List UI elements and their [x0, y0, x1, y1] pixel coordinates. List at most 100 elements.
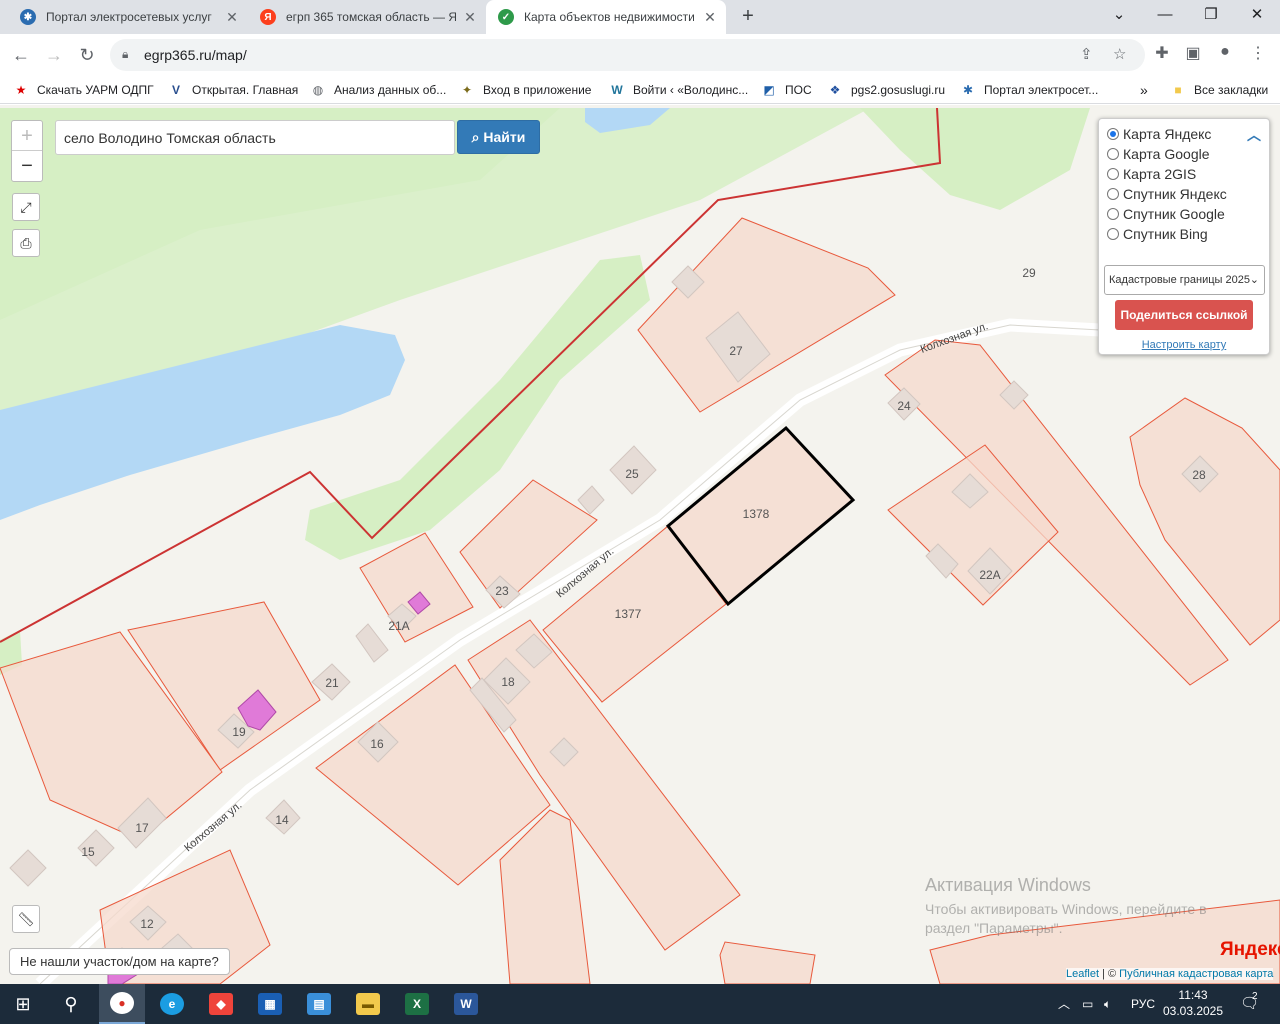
- print-icon[interactable]: ⎙: [12, 229, 40, 257]
- not-found-button[interactable]: Не нашли участок/дом на карте?: [9, 948, 230, 975]
- bookmark-label: Войти ‹ «Володинс...: [633, 83, 749, 97]
- layer-option[interactable]: Спутник Bing: [1107, 226, 1208, 242]
- all-bookmarks-folder[interactable]: ■ Все закладки: [1170, 82, 1268, 98]
- parcel-27[interactable]: [637, 217, 896, 413]
- find-button-label: Найти: [483, 129, 526, 145]
- parcel-23[interactable]: [459, 479, 598, 609]
- taskbar-app-1[interactable]: ▦: [247, 984, 293, 1024]
- search-button[interactable]: ⚲: [48, 984, 94, 1024]
- parcel-south-2[interactable]: [719, 941, 816, 984]
- emblem-icon: ✦: [461, 83, 473, 97]
- clock[interactable]: 11:43 03.03.2025: [1158, 987, 1228, 1019]
- bookmark-item[interactable]: ❖ pgs2.gosuslugi.ru: [827, 82, 945, 98]
- map-viewport[interactable]: 1378 1377 27 29 25 24 28 23 21А 21 22А 1…: [0, 105, 1280, 984]
- tab-title: егрп 365 томская область — Яндекс: [286, 10, 456, 24]
- restore-button[interactable]: ❐: [1188, 0, 1234, 30]
- layer-label: Карта Яндекс: [1123, 126, 1212, 142]
- reload-button[interactable]: ↻: [74, 42, 100, 68]
- fullscreen-icon[interactable]: ⤢: [12, 193, 40, 221]
- windows-icon: ⊞: [15, 993, 31, 1014]
- menu-icon[interactable]: ⋮: [1246, 43, 1270, 63]
- anydesk-icon: ◆: [209, 993, 233, 1015]
- pkk-link[interactable]: Публичная кадастровая карта: [1119, 968, 1273, 980]
- chevron-up-icon[interactable]: ︿: [1247, 125, 1261, 145]
- yandex-icon: Я: [260, 9, 276, 25]
- bookmark-item[interactable]: ✦ Вход в приложение: [459, 82, 591, 98]
- layer-option[interactable]: Карта 2GIS: [1107, 166, 1196, 182]
- bookmark-label: pgs2.gosuslugi.ru: [851, 83, 946, 97]
- zoom-in-button[interactable]: +: [12, 121, 42, 151]
- share-link-button[interactable]: Поделиться ссылкой: [1115, 300, 1253, 330]
- radio-button[interactable]: [1107, 148, 1119, 160]
- ruler-icon[interactable]: 📏︎: [12, 905, 40, 933]
- tab-title: Портал электросетевых услуг: [46, 10, 212, 24]
- search-icon: ⚲: [64, 993, 78, 1014]
- bookmark-item[interactable]: W Войти ‹ «Володинс...: [609, 82, 748, 98]
- find-button[interactable]: ⌕ Найти: [457, 120, 540, 154]
- tab-search-icon[interactable]: ⌄: [1096, 0, 1142, 30]
- parcel-21a[interactable]: [359, 532, 474, 643]
- radio-button[interactable]: [1107, 228, 1119, 240]
- radio-button[interactable]: [1107, 128, 1119, 140]
- address-bar[interactable]: 🔒︎ egrp365.ru/map/ ⇪ ☆: [110, 39, 1145, 71]
- radio-button[interactable]: [1107, 208, 1119, 220]
- radio-button[interactable]: [1107, 168, 1119, 180]
- taskbar-word[interactable]: W: [443, 984, 489, 1024]
- bookmark-label: Все закладки: [1194, 83, 1269, 97]
- more-bookmarks-button[interactable]: »: [1140, 82, 1148, 98]
- layer-option[interactable]: Спутник Яндекс: [1107, 186, 1227, 202]
- taskbar-chrome[interactable]: ●: [99, 984, 145, 1024]
- lock-icon[interactable]: 🔒︎: [122, 47, 128, 62]
- bookmark-item[interactable]: ◍ Анализ данных об...: [310, 82, 447, 98]
- bookmark-item[interactable]: ★ Скачать УАРМ ОДПГ: [13, 82, 154, 98]
- new-tab-button[interactable]: +: [737, 5, 759, 27]
- close-icon[interactable]: ✕: [702, 9, 718, 26]
- activation-text: раздел "Параметры".: [925, 920, 1063, 936]
- tab-portal[interactable]: ✱ Портал электросетевых услуг ✕: [8, 0, 248, 34]
- layer-label: Спутник Яндекс: [1123, 186, 1227, 202]
- layer-option[interactable]: Карта Яндекс: [1107, 126, 1211, 142]
- volume-icon[interactable]: 🔈︎: [1104, 984, 1111, 1024]
- cadastre-layer-select[interactable]: Кадастровые границы 2025 ⌄: [1104, 265, 1265, 295]
- leaflet-link[interactable]: Leaflet: [1066, 968, 1099, 980]
- share-icon[interactable]: ⇪: [1080, 45, 1093, 63]
- chevron-up-icon[interactable]: ︿: [1058, 984, 1070, 1024]
- configure-map-link[interactable]: Настроить карту: [1099, 339, 1269, 351]
- layer-option[interactable]: Спутник Google: [1107, 206, 1225, 222]
- taskbar-app-2[interactable]: ▤: [296, 984, 342, 1024]
- street-label: Колхозная ул.: [182, 799, 244, 854]
- layer-option[interactable]: Карта Google: [1107, 146, 1210, 162]
- back-button[interactable]: ←: [8, 42, 34, 68]
- taskbar-explorer[interactable]: ▬: [345, 984, 391, 1024]
- address-search-input[interactable]: [55, 120, 455, 155]
- bookmark-item[interactable]: ◩ ПОС: [761, 82, 811, 98]
- start-button[interactable]: ⊞: [0, 984, 46, 1024]
- close-icon[interactable]: ✕: [462, 9, 478, 26]
- taskbar-anydesk[interactable]: ◆: [198, 984, 244, 1024]
- attribution-separator: | ©: [1099, 968, 1120, 980]
- bookmark-label: Вход в приложение: [483, 83, 592, 97]
- taskbar-edge[interactable]: e: [149, 984, 195, 1024]
- notification-count: 2: [1252, 991, 1258, 1002]
- close-window-button[interactable]: ✕: [1234, 0, 1280, 30]
- bookmark-item[interactable]: ✱ Портал электросет...: [960, 82, 1098, 98]
- star-icon[interactable]: ☆: [1113, 45, 1126, 63]
- house-number: 21А: [388, 619, 409, 633]
- network-icon[interactable]: ▭: [1082, 984, 1093, 1024]
- tab-yandex[interactable]: Я егрп 365 томская область — Яндекс ✕: [248, 0, 486, 34]
- side-panel-icon[interactable]: ▣: [1181, 43, 1205, 63]
- minimize-button[interactable]: —: [1142, 0, 1188, 30]
- radio-button[interactable]: [1107, 188, 1119, 200]
- input-language[interactable]: РУС: [1131, 984, 1155, 1024]
- zoom-out-button[interactable]: −: [12, 151, 42, 181]
- taskbar-excel[interactable]: X: [394, 984, 440, 1024]
- tab-map[interactable]: ✓ Карта объектов недвижимости ✕: [486, 0, 726, 34]
- parcel-label-1378: 1378: [743, 507, 770, 521]
- bookmark-item[interactable]: V Открытая. Главная: [168, 82, 298, 98]
- extensions-icon[interactable]: ✚: [1150, 43, 1174, 63]
- gosuslugi-icon: ❖: [829, 83, 841, 97]
- profile-icon[interactable]: ●: [1213, 43, 1237, 61]
- url-text: egrp365.ru/map/: [144, 47, 247, 63]
- close-icon[interactable]: ✕: [224, 9, 240, 26]
- forward-button[interactable]: →: [41, 42, 67, 68]
